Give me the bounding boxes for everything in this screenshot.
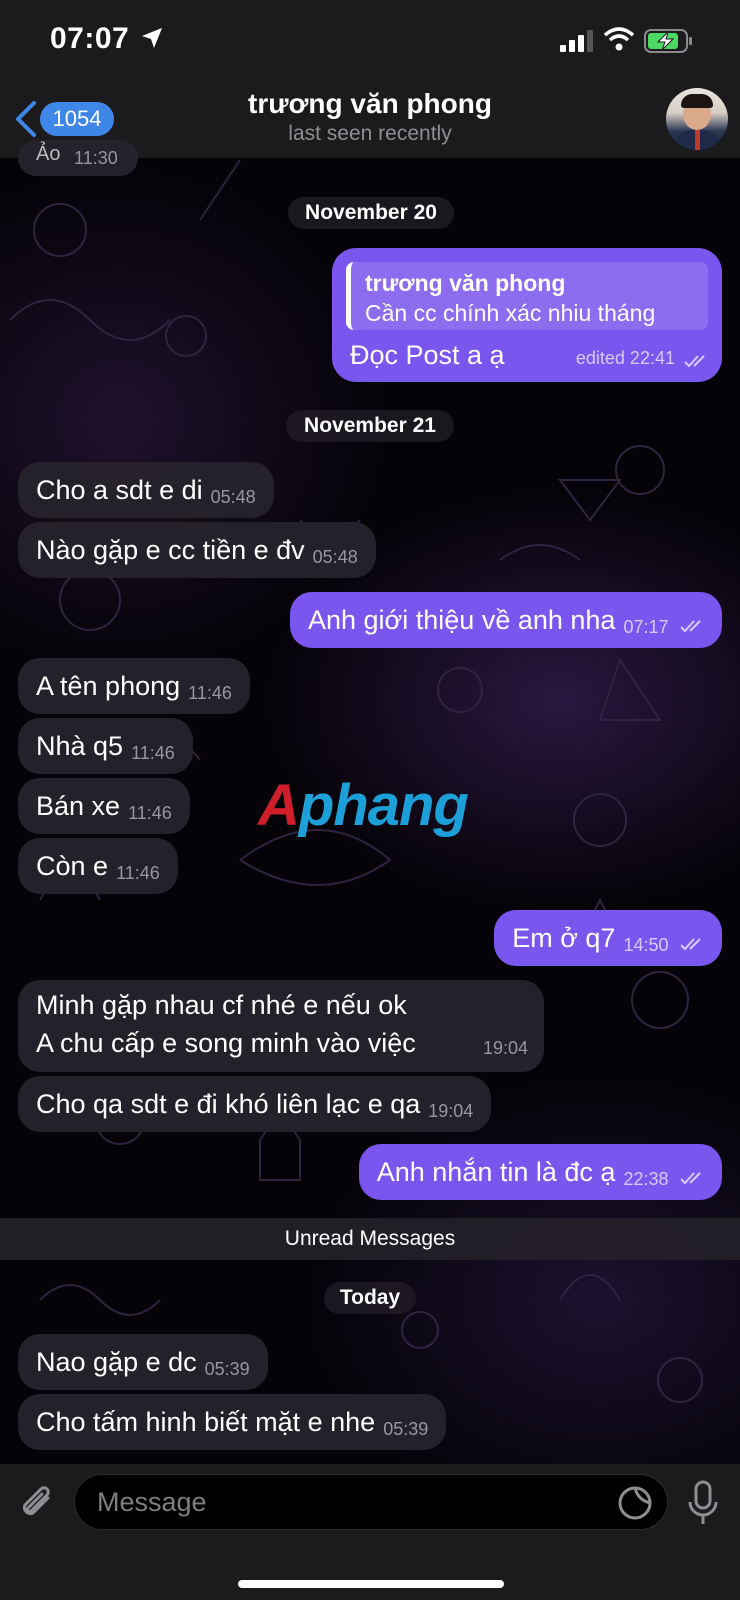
message-time: edited 22:41	[576, 348, 708, 369]
message-outgoing[interactable]: Em ở q7 14:50	[494, 910, 722, 966]
message-incoming[interactable]: Cho tấm hinh biết mặt e nhe 05:39	[18, 1394, 447, 1450]
read-checkmarks-icon	[680, 1172, 701, 1185]
message-incoming[interactable]: Nào gặp e cc tiền e đv 05:48	[18, 522, 376, 578]
message-input[interactable]	[74, 1474, 668, 1530]
message-incoming[interactable]: Cho a sdt e di 05:48	[18, 462, 274, 518]
message-incoming[interactable]: A tên phong 11:46	[18, 658, 250, 714]
contact-name[interactable]: trương văn phong	[0, 88, 740, 120]
message-incoming[interactable]: Nao gặp e dc 05:39	[18, 1334, 268, 1390]
message-incoming-partial[interactable]: Ảo 11:30	[18, 140, 138, 176]
quoted-text: Cần cc chính xác nhiu tháng	[365, 300, 656, 326]
date-separator: Today	[324, 1282, 416, 1314]
watermark-logo: Aphang	[258, 773, 469, 838]
paperclip-attach-icon[interactable]	[18, 1484, 58, 1524]
home-indicator[interactable]	[238, 1580, 504, 1588]
reply-quote[interactable]: trương văn phong Cần cc chính xác nhiu t…	[346, 262, 708, 330]
date-separator: November 20	[288, 197, 454, 229]
read-checkmarks-icon	[680, 620, 701, 633]
avatar[interactable]	[666, 88, 728, 150]
wifi-icon	[604, 27, 634, 51]
message-incoming[interactable]: Nhà q5 11:46	[18, 718, 193, 774]
message-outgoing[interactable]: Anh giới thiệu về anh nha 07:17	[290, 592, 722, 648]
message-incoming[interactable]: Cho qa sdt e đi khó liên lạc e qa 19:04	[18, 1076, 492, 1132]
read-checkmarks-icon	[684, 355, 705, 368]
message-incoming[interactable]: Bán xe 11:46	[18, 778, 190, 834]
quoted-sender: trương văn phong	[365, 270, 566, 296]
message-text: Đọc Post a ạ	[350, 340, 505, 370]
clock: 07:07	[50, 22, 130, 55]
message-outgoing-reply[interactable]: trương văn phong Cần cc chính xác nhiu t…	[332, 248, 722, 382]
battery-charging-icon	[644, 29, 692, 53]
unread-messages-divider: Unread Messages	[0, 1218, 740, 1260]
location-arrow-icon	[142, 28, 162, 48]
message-outgoing[interactable]: Anh nhắn tin là đc ạ 22:38	[358, 1144, 722, 1200]
sticker-icon[interactable]	[616, 1484, 654, 1522]
read-checkmarks-icon	[680, 938, 701, 951]
message-incoming[interactable]: Còn e 11:46	[18, 838, 178, 894]
microphone-icon[interactable]	[688, 1480, 718, 1526]
date-separator: November 21	[286, 410, 454, 442]
status-bar: 07:07	[0, 0, 740, 80]
composer-bar	[0, 1464, 740, 1600]
message-incoming-multiline[interactable]: Minh gặp nhau cf nhé e nếu ok A chu cấp …	[18, 980, 544, 1072]
signal-icon	[560, 30, 593, 52]
